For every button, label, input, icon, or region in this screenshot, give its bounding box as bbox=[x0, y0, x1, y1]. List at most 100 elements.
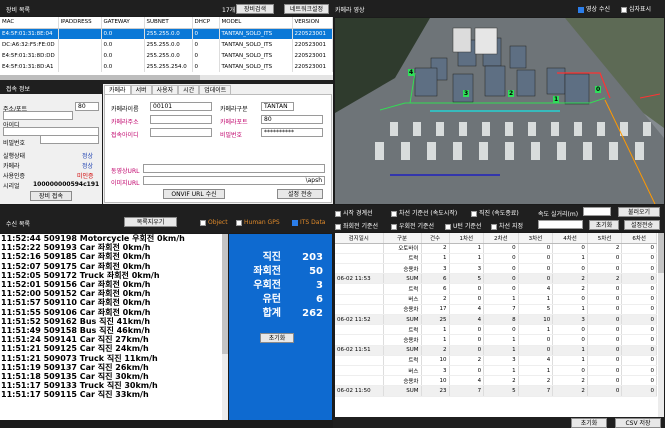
options-combo[interactable] bbox=[538, 220, 583, 229]
option-checkbox[interactable] bbox=[335, 223, 341, 230]
speed-distance-input[interactable]: 10 bbox=[583, 207, 611, 216]
log-entry[interactable]: 11:51:21 509073 Truck 직진 11km/h bbox=[1, 354, 228, 363]
conn-id-input[interactable] bbox=[150, 128, 212, 137]
stats-row[interactable]: 06-02 11:52 SUM 25 4 8 10 3 0 0 bbox=[335, 314, 657, 326]
gps-checkbox[interactable] bbox=[236, 219, 242, 226]
send-settings-button[interactable]: 설정 전송 bbox=[277, 189, 323, 199]
stats-row[interactable]: 06-02 11:51 SUM 2 0 1 0 1 0 0 bbox=[335, 345, 657, 356]
log-entry[interactable]: 11:52:16 509185 Car 좌회전 0km/h bbox=[1, 252, 228, 261]
col-category[interactable]: 구분 bbox=[383, 233, 422, 244]
option-checkbox[interactable] bbox=[471, 210, 477, 217]
device-row[interactable]: DC:A6:32:F5:FE:0D 0.0 255.255.0.0 0 TANTAN_S… bbox=[0, 39, 333, 50]
camera-feed[interactable]: 4 3 2 1 0 bbox=[335, 18, 664, 204]
stats-row[interactable]: 트럭 6 0 0 4 2 0 0 bbox=[335, 283, 657, 295]
log-entry[interactable]: 11:52:44 509198 Motorcycle 우회전 0km/h bbox=[1, 234, 228, 243]
option-checkbox[interactable] bbox=[335, 210, 341, 217]
stats-row[interactable]: 버스 3 0 1 1 0 0 0 bbox=[335, 365, 657, 377]
pw-input[interactable] bbox=[40, 135, 99, 144]
cam-name-input[interactable]: 00101 bbox=[150, 102, 212, 111]
stats-row[interactable]: 승용차 3 3 0 0 0 0 0 bbox=[335, 263, 657, 275]
device-search-button[interactable]: 장비검색 bbox=[236, 4, 274, 14]
option-item-4[interactable]: 우회전 기준선 bbox=[391, 221, 434, 230]
col-lane3[interactable]: 3차선 bbox=[518, 233, 554, 244]
its-checkbox[interactable] bbox=[292, 219, 298, 226]
stats-row[interactable]: 승용차 1 0 1 0 0 0 0 bbox=[335, 334, 657, 346]
stats-row[interactable]: 승용차 10 4 2 2 2 0 0 bbox=[335, 375, 657, 387]
col-subnet[interactable]: SUBNET bbox=[144, 17, 193, 29]
stats-row[interactable]: 06-02 11:53 SUM 6 5 0 0 2 2 0 bbox=[335, 273, 657, 285]
device-row[interactable]: E4:5F:01:31:8E:04 0.0 255.255.0.0 0 TANTAN_S… bbox=[0, 28, 333, 39]
network-settings-button[interactable]: 네트워크설정 bbox=[284, 4, 329, 14]
video-recv-checkbox[interactable] bbox=[578, 6, 584, 13]
col-mac[interactable]: MAC bbox=[0, 17, 59, 29]
log-entry[interactable]: 11:51:18 509135 Car 직진 30km/h bbox=[1, 372, 228, 381]
stats-row[interactable]: 트럭 10 2 3 4 1 0 0 bbox=[335, 355, 657, 366]
stats-row[interactable]: 오토바이 2 1 0 0 0 2 0 bbox=[335, 243, 657, 254]
option-checkbox[interactable] bbox=[491, 223, 497, 230]
onvif-url-button[interactable]: ONVIF URL 수신 bbox=[163, 189, 225, 199]
stats-row[interactable]: 버스 2 0 1 1 0 0 0 bbox=[335, 294, 657, 305]
col-gateway[interactable]: GATEWAY bbox=[101, 17, 145, 29]
connect-device-button[interactable]: 장비 접속 bbox=[30, 191, 72, 201]
stats-reset-button[interactable]: 초기화 bbox=[571, 418, 607, 428]
option-item-0[interactable]: 시작 경계선 bbox=[335, 208, 373, 217]
load-button[interactable]: 불러오기 bbox=[618, 207, 660, 217]
object-checkbox[interactable] bbox=[200, 219, 206, 226]
cam-port-input[interactable]: 80 bbox=[261, 115, 323, 124]
option-checkbox[interactable] bbox=[391, 223, 397, 230]
col-count[interactable]: 건수 bbox=[421, 233, 450, 244]
col-lane1[interactable]: 1차선 bbox=[449, 233, 485, 244]
log-entry[interactable]: 11:52:01 509156 Car 좌회전 0km/h bbox=[1, 280, 228, 289]
log-entry[interactable]: 11:51:17 509115 Car 직진 33km/h bbox=[1, 390, 228, 399]
gps-toggle[interactable]: Human GPS bbox=[236, 219, 280, 226]
crosshair-toggle[interactable]: 십자표시 bbox=[621, 4, 651, 13]
col-lane4[interactable]: 4차선 bbox=[552, 233, 588, 244]
col-lane6[interactable]: 6차선 bbox=[621, 233, 657, 244]
object-toggle[interactable]: Object bbox=[200, 219, 228, 226]
conn-pw-input[interactable]: ********** bbox=[261, 128, 323, 137]
col-dhcp[interactable]: DHCP bbox=[192, 17, 220, 29]
option-checkbox[interactable] bbox=[391, 210, 397, 217]
option-item-2[interactable]: 직진 (속도종료) bbox=[471, 208, 519, 217]
option-checkbox[interactable] bbox=[445, 223, 451, 230]
options-reset-button[interactable]: 초기화 bbox=[589, 220, 619, 230]
col-ip[interactable]: IPADDRESS bbox=[58, 17, 102, 29]
log-scrollbar[interactable] bbox=[222, 234, 228, 420]
col-model[interactable]: MODEL bbox=[219, 17, 293, 29]
log-entry[interactable]: 11:51:21 509125 Car 직진 24km/h bbox=[1, 344, 228, 353]
stats-row[interactable]: 트럭 1 1 0 0 1 0 0 bbox=[335, 253, 657, 265]
clear-list-button[interactable]: 목록지우기 bbox=[124, 217, 177, 227]
port-input[interactable]: 80 bbox=[75, 102, 99, 111]
its-toggle[interactable]: ITS Data bbox=[292, 219, 325, 226]
option-item-1[interactable]: 차선 기준선 (속도시작) bbox=[391, 208, 457, 217]
option-item-6[interactable]: 차선 지정 bbox=[491, 221, 523, 230]
options-apply-button[interactable]: 설정전송 bbox=[624, 220, 660, 230]
stats-scrollbar[interactable] bbox=[658, 233, 664, 417]
log-entry[interactable]: 11:51:49 509158 Bus 직진 46km/h bbox=[1, 326, 228, 335]
address-input[interactable] bbox=[3, 111, 73, 120]
col-lane5[interactable]: 5차선 bbox=[587, 233, 623, 244]
cam-addr-input[interactable] bbox=[150, 115, 212, 124]
device-row[interactable]: E4:5F:01:31:8D:A1 0.0 255.255.254.0 0 TANTAN… bbox=[0, 61, 333, 72]
col-lane2[interactable]: 2차선 bbox=[483, 233, 519, 244]
summary-reset-button[interactable]: 초기화 bbox=[260, 333, 294, 343]
option-item-3[interactable]: 좌회전 기준선 bbox=[335, 221, 378, 230]
stats-row[interactable]: 트럭 1 0 0 1 0 0 0 bbox=[335, 324, 657, 336]
image-url-input[interactable]: \apsh bbox=[143, 176, 325, 185]
video-recv-toggle[interactable]: 영상 수신 bbox=[578, 4, 610, 13]
log-entry[interactable]: 11:51:52 509162 Bus 직진 41km/h bbox=[1, 317, 228, 326]
csv-save-button[interactable]: CSV 저장 bbox=[615, 418, 661, 428]
crosshair-checkbox[interactable] bbox=[621, 6, 627, 13]
log-entry[interactable]: 11:51:55 509106 Car 좌회전 0km/h bbox=[1, 308, 228, 317]
log-entry[interactable]: 11:52:05 509172 Truck 좌회전 0km/h bbox=[1, 271, 228, 280]
stats-row[interactable]: 06-02 11:50 SUM 23 7 5 7 2 0 0 bbox=[335, 385, 657, 397]
cam-type-select[interactable]: TANTAN bbox=[261, 102, 294, 111]
option-item-5[interactable]: U턴 기준선 bbox=[445, 221, 481, 230]
log-entry[interactable]: 11:51:19 509137 Car 직진 26km/h bbox=[1, 363, 228, 372]
log-entry[interactable]: 11:51:57 509110 Car 좌회전 0km/h bbox=[1, 298, 228, 307]
device-row[interactable]: E4:5F:01:31:8D:DD 0.0 255.255.0.0 0 TANTAN_S… bbox=[0, 50, 333, 61]
log-entry[interactable]: 11:52:07 509175 Car 좌회전 0km/h bbox=[1, 262, 228, 271]
col-version[interactable]: VERSION bbox=[292, 17, 333, 29]
stats-row[interactable]: 승용차 17 4 7 5 1 0 0 bbox=[335, 304, 657, 316]
col-datetime[interactable]: 검지일시 bbox=[335, 233, 384, 244]
